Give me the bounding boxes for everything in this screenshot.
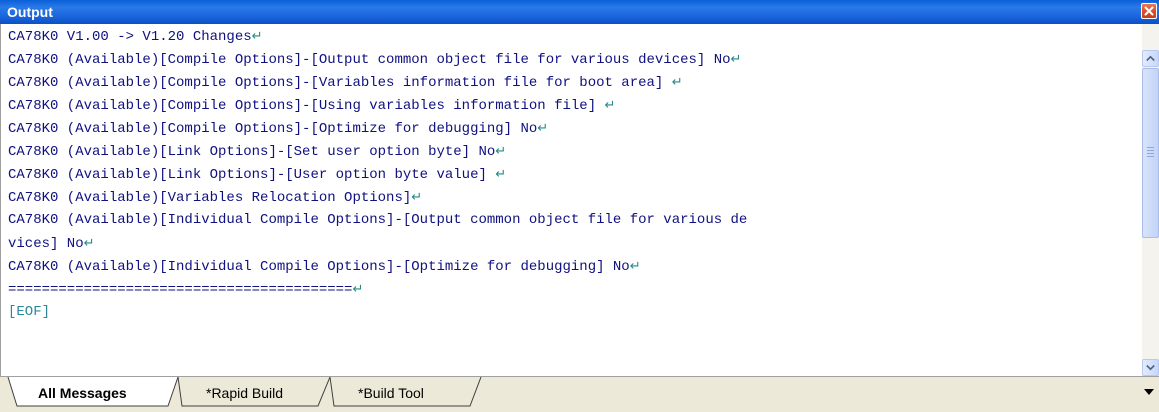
scroll-down-icon	[1146, 364, 1155, 371]
output-line-text: CA78K0 V1.00 -> V1.20 Changes	[8, 29, 252, 45]
output-line: CA78K0 (Available)[Compile Options]-[Usi…	[8, 94, 1138, 117]
output-line-text: vices] No	[8, 236, 84, 252]
output-line-text: ========================================…	[8, 282, 353, 298]
output-line: CA78K0 (Available)[Link Options]-[User o…	[8, 163, 1138, 186]
output-line-text: CA78K0 (Available)[Link Options]-[Set us…	[8, 144, 496, 160]
tab-rapid-build[interactable]: *Rapid Build	[168, 377, 328, 407]
tab-all-messages[interactable]: All Messages	[8, 377, 178, 407]
line-break-marker: ↵	[495, 144, 507, 159]
line-break-marker: ↵	[251, 29, 263, 44]
output-line: CA78K0 (Available)[Compile Options]-[Out…	[8, 48, 1138, 71]
tab-label: *Build Tool	[358, 385, 424, 401]
vertical-scrollbar[interactable]	[1142, 24, 1159, 376]
thumb-grip	[1147, 150, 1154, 151]
output-lines: CA78K0 V1.00 -> V1.20 Changes↵ CA78K0 (Av…	[8, 25, 1138, 324]
output-text-area[interactable]: CA78K0 V1.00 -> V1.20 Changes↵ CA78K0 (Av…	[0, 24, 1159, 376]
output-line-text: CA78K0 (Available)[Compile Options]-[Var…	[8, 75, 672, 91]
output-line: [EOF]	[8, 301, 1138, 324]
tab-build-tool[interactable]: *Build Tool	[320, 377, 480, 407]
output-line-text: CA78K0 (Available)[Individual Compile Op…	[8, 212, 748, 228]
output-line: CA78K0 (Available)[Compile Options]-[Var…	[8, 71, 1138, 94]
output-line: CA78K0 (Available)[Link Options]-[Set us…	[8, 140, 1138, 163]
output-line-text: [EOF]	[8, 304, 51, 320]
close-button[interactable]	[1141, 3, 1157, 19]
output-line-text: CA78K0 (Available)[Compile Options]-[Opt…	[8, 121, 538, 137]
line-break-marker: ↵	[629, 259, 641, 274]
output-line: CA78K0 (Available)[Variables Relocation …	[8, 186, 1138, 209]
line-break-marker: ↵	[604, 98, 616, 113]
scroll-up-button[interactable]	[1142, 50, 1159, 67]
line-break-marker: ↵	[352, 282, 364, 297]
line-break-marker: ↵	[411, 190, 423, 205]
chevron-down-icon[interactable]	[1143, 387, 1155, 397]
line-break-marker: ↵	[537, 121, 549, 136]
line-break-marker: ↵	[671, 75, 683, 90]
message-tabs-bar: All Messages *Rapid Build *Build Tool	[0, 376, 1159, 412]
tab-label: *Rapid Build	[206, 385, 284, 401]
line-break-marker: ↵	[730, 52, 742, 67]
output-line: CA78K0 (Available)[Compile Options]-[Opt…	[8, 117, 1138, 140]
thumb-grip	[1147, 147, 1154, 148]
output-line-text: CA78K0 (Available)[Compile Options]-[Usi…	[8, 98, 605, 114]
output-line: vices] No↵	[8, 232, 1138, 255]
output-line: ========================================…	[8, 278, 1138, 301]
line-break-marker: ↵	[495, 167, 507, 182]
tab-label: All Messages	[38, 385, 127, 401]
output-line-text: CA78K0 (Available)[Link Options]-[User o…	[8, 167, 496, 183]
output-line-text: CA78K0 (Available)[Variables Relocation …	[8, 190, 412, 206]
output-line: CA78K0 (Available)[Individual Compile Op…	[8, 209, 1138, 232]
window-title: Output	[7, 4, 53, 20]
scroll-down-button[interactable]	[1142, 359, 1159, 376]
output-line-text: CA78K0 (Available)[Compile Options]-[Out…	[8, 52, 731, 68]
output-line: CA78K0 V1.00 -> V1.20 Changes↵	[8, 25, 1138, 48]
output-window: Output CA78K0 V1.00 -> V1.20 Changes↵ CA7…	[0, 0, 1159, 412]
scroll-up-icon	[1146, 55, 1155, 62]
thumb-grip	[1147, 153, 1154, 154]
close-icon	[1144, 6, 1154, 16]
line-break-marker: ↵	[83, 236, 95, 251]
output-line-text: CA78K0 (Available)[Individual Compile Op…	[8, 259, 630, 275]
scrollbar-thumb[interactable]	[1142, 68, 1159, 238]
thumb-grip	[1147, 156, 1154, 157]
output-line: CA78K0 (Available)[Individual Compile Op…	[8, 255, 1138, 278]
output-title-bar[interactable]: Output	[0, 0, 1159, 24]
